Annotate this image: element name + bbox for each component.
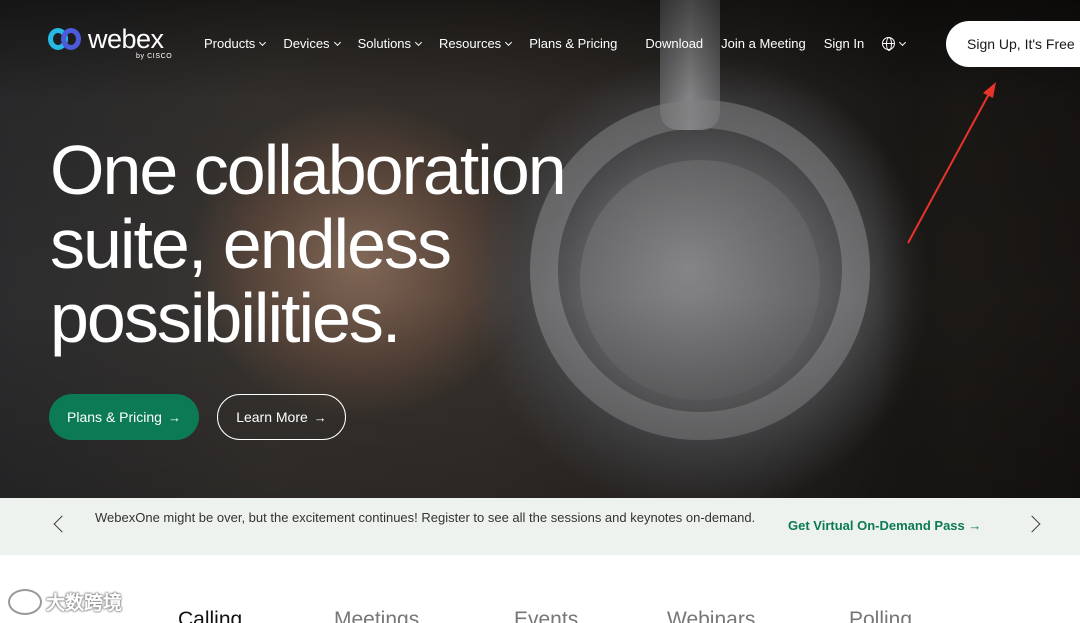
chevron-down-icon [899,38,907,46]
learn-more-button[interactable]: Learn More → [217,394,346,440]
logo-subtext: by CISCO [136,53,173,60]
arrow-right-icon: → [313,409,327,425]
main-nav: Products Devices Solutions Resources Pla… [204,36,907,51]
nav-devices[interactable]: Devices [283,36,341,51]
nav-resources-label: Resources [439,36,502,51]
nav-download-label: Download [645,36,704,51]
nav-join-meeting-label: Join a Meeting [721,36,806,51]
nav-products[interactable]: Products [204,36,267,51]
webex-logo-icon [48,28,82,52]
nav-solutions[interactable]: Solutions [357,36,423,51]
tab-polling[interactable]: Polling [849,608,912,623]
logo-text: webex [88,24,164,54]
on-demand-pass-label: Get Virtual On-Demand Pass [788,518,965,533]
nav-download[interactable]: Download [645,36,703,51]
language-selector[interactable] [882,37,907,51]
nav-join-meeting[interactable]: Join a Meeting [721,36,806,51]
arrow-right-icon: → [167,409,181,425]
nav-sign-in-label: Sign In [823,36,865,51]
learn-more-button-label: Learn More [236,409,308,425]
tab-events[interactable]: Events [514,608,578,623]
banner-message: WebexOne might be over, but the exciteme… [95,510,756,525]
product-tabs: Calling Meetings Events Webinars Polling [0,555,1080,623]
tab-calling[interactable]: Calling [178,608,242,623]
chevron-down-icon [415,38,423,46]
headline-line-3: possibilities. [50,279,401,357]
nav-products-label: Products [204,36,256,51]
sign-up-button[interactable]: Sign Up, It's Free [946,21,1080,67]
chevron-down-icon [259,38,267,46]
nav-solutions-label: Solutions [357,36,412,51]
chevron-down-icon [333,38,341,46]
globe-icon [882,37,896,51]
headline-line-1: One collaboration [50,131,567,209]
webex-logo[interactable]: webex by CISCO [48,24,172,60]
watermark-logo-icon [8,588,42,615]
nav-plans-pricing-label: Plans & Pricing [529,36,618,51]
tab-meetings[interactable]: Meetings [334,608,419,623]
watermark: 大数跨境 [8,588,122,615]
tab-webinars[interactable]: Webinars [667,608,755,623]
hero-headline: One collaboration suite, endless possibi… [50,133,690,355]
site-header: webex by CISCO Products Devices Solution… [0,0,1080,88]
chevron-left-icon[interactable] [53,515,71,533]
headline-line-2: suite, endless [50,205,452,283]
plans-pricing-button-label: Plans & Pricing [67,409,162,425]
chevron-down-icon [505,38,513,46]
plans-pricing-button[interactable]: Plans & Pricing → [49,394,199,440]
nav-sign-in[interactable]: Sign In [824,36,864,51]
nav-devices-label: Devices [283,36,330,51]
nav-resources[interactable]: Resources [439,36,513,51]
chevron-right-icon[interactable] [1023,515,1041,533]
watermark-text: 大数跨境 [46,593,123,614]
nav-plans-pricing[interactable]: Plans & Pricing [529,36,617,51]
arrow-right-icon: → [968,518,982,533]
on-demand-pass-link[interactable]: Get Virtual On-Demand Pass → [788,518,981,533]
promo-banner: WebexOne might be over, but the exciteme… [0,498,1080,555]
